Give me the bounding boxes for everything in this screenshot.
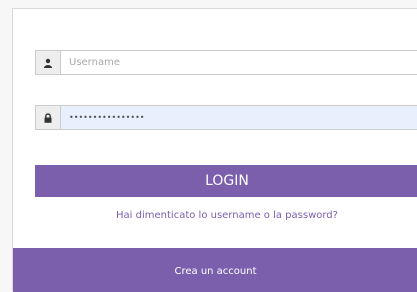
- lock-icon: [35, 105, 61, 130]
- create-account-footer[interactable]: Crea un account: [13, 248, 417, 292]
- username-input[interactable]: [61, 50, 417, 75]
- username-field-group: [35, 50, 417, 75]
- login-panel: LOGIN Hai dimenticato lo username o la p…: [12, 8, 417, 292]
- login-button[interactable]: LOGIN: [35, 165, 417, 197]
- create-account-link[interactable]: Crea un account: [174, 266, 256, 277]
- user-icon: [35, 50, 61, 75]
- forgot-credentials-link[interactable]: Hai dimenticato lo username o la passwor…: [35, 210, 417, 221]
- password-field-group: [35, 105, 417, 130]
- password-input[interactable]: [61, 105, 417, 130]
